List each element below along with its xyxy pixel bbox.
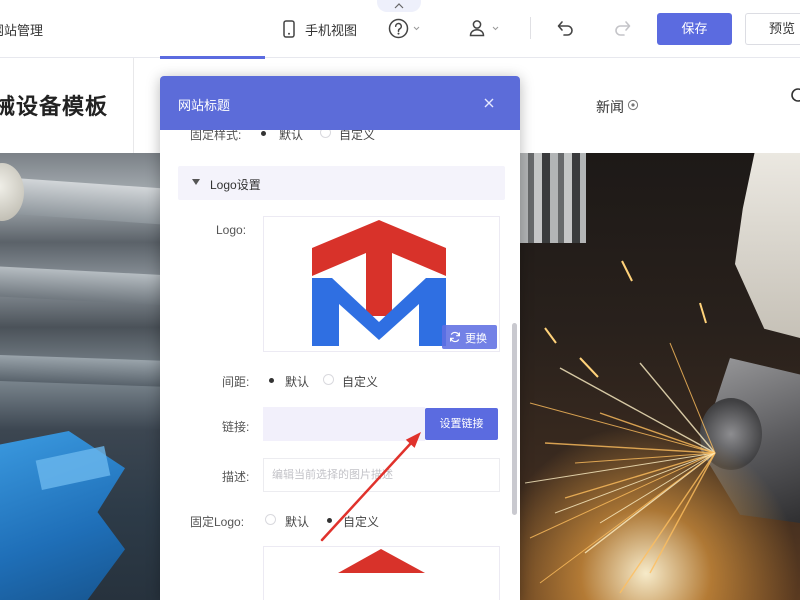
spacing-custom-label: 自定义 — [342, 375, 379, 389]
close-icon[interactable] — [482, 96, 496, 110]
logo-label: Logo: — [216, 223, 247, 237]
spark — [529, 402, 716, 454]
logo-settings-section-header[interactable]: Logo设置 — [178, 166, 505, 200]
collapse-toolbar-handle[interactable] — [377, 0, 421, 12]
spark — [649, 452, 716, 574]
spark — [574, 452, 716, 464]
panel-scrollbar[interactable] — [512, 323, 517, 515]
help-icon — [388, 18, 409, 39]
spark — [539, 452, 716, 584]
logo-settings-title: Logo设置 — [210, 178, 261, 192]
fixed-logo-label: 固定Logo: — [190, 515, 245, 529]
description-input[interactable] — [263, 458, 500, 492]
spark — [559, 367, 716, 454]
spark — [699, 302, 707, 324]
fixed-logo-custom-label: 自定义 — [343, 515, 380, 529]
help-menu[interactable] — [386, 16, 422, 42]
link-label: 链接: — [222, 420, 250, 434]
chevron-down-icon — [413, 26, 420, 31]
panel-title: 网站标题 — [178, 98, 231, 113]
description-label: 描述: — [222, 470, 250, 484]
nav-item-label: 新闻 — [596, 99, 624, 115]
nav-item-news[interactable]: 新闻 — [594, 95, 650, 117]
fixed-logo-image — [338, 549, 425, 573]
spark — [564, 452, 716, 499]
company-logo-image — [312, 220, 446, 346]
replace-logo-label: 更换 — [465, 333, 487, 345]
panel-header: 网站标题 — [160, 76, 520, 130]
redo-icon[interactable] — [612, 19, 632, 37]
app-title: 网站管理 — [0, 23, 44, 38]
spark — [619, 452, 716, 594]
toolbar-divider — [530, 17, 531, 39]
top-toolbar: 网站管理 手机视图 保存 预览 — [0, 0, 800, 58]
replace-logo-button[interactable]: 更换 — [442, 325, 497, 349]
fixed-logo-image-box[interactable] — [263, 546, 500, 600]
spark — [544, 327, 557, 344]
spark — [621, 260, 633, 282]
spark — [529, 452, 716, 539]
spark — [579, 357, 599, 378]
header-divider — [133, 58, 134, 153]
user-menu[interactable] — [464, 16, 504, 42]
mobile-view-label: 手机视图 — [305, 23, 358, 38]
spark — [599, 452, 716, 524]
spark — [524, 452, 716, 484]
set-link-button[interactable]: 设置链接 — [425, 408, 498, 440]
chevron-up-icon — [394, 3, 404, 9]
fixed-logo-default-radio[interactable] — [265, 514, 276, 525]
caret-down-icon — [192, 179, 200, 185]
spacing-label: 间距: — [222, 375, 250, 389]
site-title[interactable]: 械设备模板 — [0, 89, 108, 121]
save-button[interactable]: 保存 — [657, 13, 732, 45]
spacing-default-label: 默认 — [285, 375, 310, 389]
logo-image-box[interactable]: 更换 — [263, 216, 500, 352]
active-section-indicator — [160, 56, 265, 59]
mobile-view-button[interactable]: 手机视图 — [280, 14, 366, 44]
spark — [554, 452, 716, 514]
edit-badge-icon — [627, 99, 639, 111]
search-icon — [791, 88, 800, 102]
preview-button[interactable]: 预览 — [745, 13, 800, 45]
fixed-logo-custom-radio[interactable] — [323, 514, 334, 525]
site-title-settings-panel: 网站标题 固定样式: 默认 自定义 Logo设置 Logo: 更换 间距: 默认… — [160, 76, 520, 600]
search-button[interactable] — [786, 86, 800, 108]
phone-icon — [283, 20, 295, 38]
link-input[interactable] — [263, 407, 425, 441]
fixed-logo-default-label: 默认 — [285, 515, 310, 529]
spacing-default-radio[interactable] — [265, 374, 276, 385]
undo-icon[interactable] — [556, 19, 576, 37]
user-icon — [469, 20, 485, 37]
refresh-icon — [450, 331, 460, 343]
spacing-custom-radio[interactable] — [323, 374, 334, 385]
chevron-down-icon — [492, 26, 499, 31]
spark — [669, 342, 716, 454]
